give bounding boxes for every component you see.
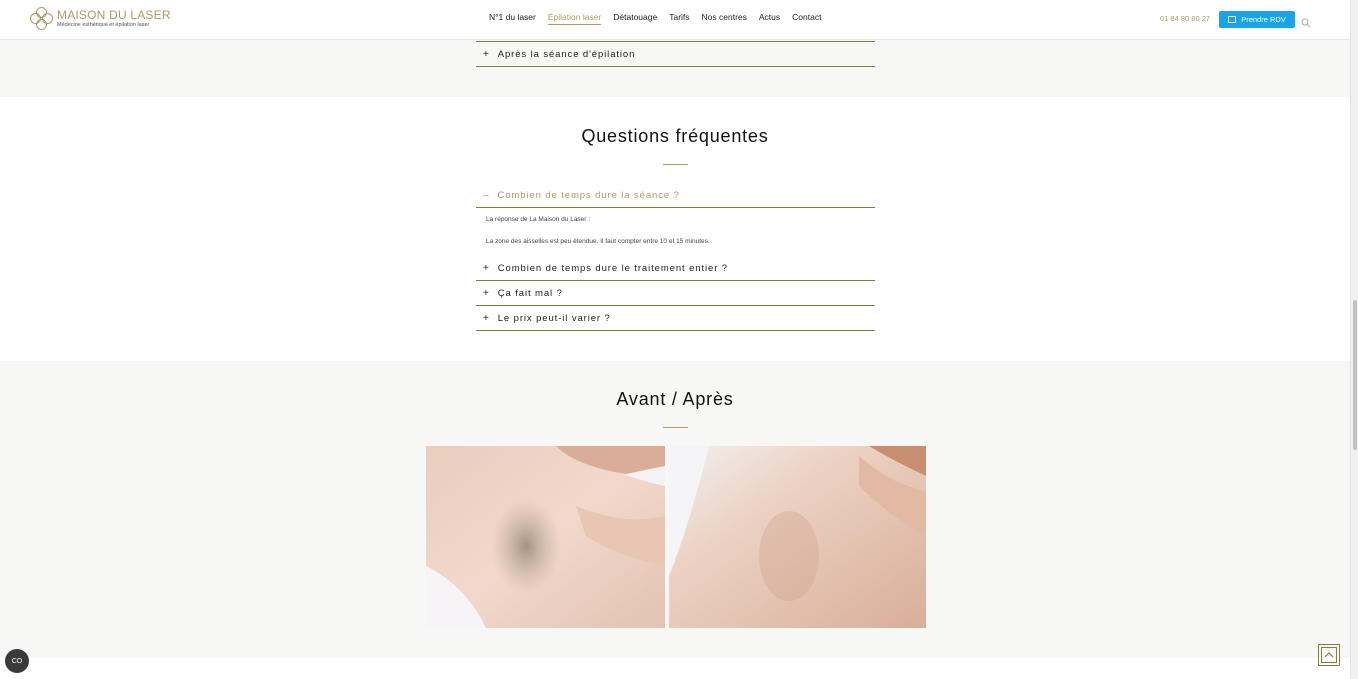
- plus-icon: +: [483, 287, 490, 299]
- page-scrollbar[interactable]: [1350, 0, 1358, 679]
- plus-icon: +: [483, 262, 490, 274]
- faq-item-douleur[interactable]: + Ça fait mal ?: [476, 281, 875, 306]
- nav-item-epilation-laser[interactable]: Épilation laser: [547, 12, 602, 25]
- faq-answer-intro: La réponse de La Maison du Laser :: [486, 216, 591, 223]
- cookie-icon[interactable]: CO: [5, 649, 29, 673]
- next-section: [0, 658, 1350, 679]
- nav-item-detatouage[interactable]: Détatouage: [613, 12, 657, 25]
- faq-question: Ça fait mal ?: [497, 287, 563, 299]
- faq-title: Questions fréquentes: [581, 126, 769, 146]
- faq-question: Le prix peut-il varier ?: [497, 312, 611, 324]
- logo-title: MAISON DU LASER: [57, 8, 171, 23]
- nav-item-contact[interactable]: Contact: [792, 12, 821, 25]
- main-nav: N°1 du laser Épilation laser Détatouage …: [489, 12, 833, 25]
- before-image: [426, 446, 665, 628]
- minus-icon: –: [483, 189, 490, 201]
- nav-item-tarifs[interactable]: Tarifs: [669, 12, 689, 25]
- after-image: [669, 446, 926, 628]
- search-icon[interactable]: [1301, 13, 1311, 32]
- scrollbar-thumb[interactable]: [1353, 300, 1357, 450]
- faq-item-duree-traitement[interactable]: + Combien de temps dure le traitement en…: [476, 256, 875, 281]
- prendre-rdv-label: Prendre RDV: [1241, 15, 1286, 24]
- logo-subtitle: Médecine esthétique et épilation laser: [57, 22, 150, 29]
- nav-item-n1-laser[interactable]: N°1 du laser: [489, 12, 536, 25]
- site-header: MAISON DU LASER Médecine esthétique et é…: [0, 0, 1350, 40]
- faq-item-prix[interactable]: + Le prix peut-il varier ?: [476, 306, 875, 331]
- faq-answer-text: La zone des aisselles est peu étendue. I…: [486, 238, 710, 245]
- faq-question: Combien de temps dure la séance ?: [497, 189, 680, 201]
- before-after-title: Avant / Après: [616, 389, 734, 409]
- title-separator: [663, 164, 688, 165]
- faq-question: Combien de temps dure le traitement enti…: [497, 262, 728, 274]
- back-to-top-button[interactable]: [1318, 644, 1340, 666]
- plus-icon: +: [483, 312, 490, 324]
- site-logo[interactable]: MAISON DU LASER Médecine esthétique et é…: [30, 7, 171, 31]
- nav-item-nos-centres[interactable]: Nos centres: [702, 12, 747, 25]
- title-separator: [663, 427, 688, 428]
- prendre-rdv-button[interactable]: Prendre RDV: [1219, 11, 1295, 28]
- calendar-icon: [1228, 16, 1237, 23]
- faq-item-duree-seance[interactable]: – Combien de temps dure la séance ?: [476, 183, 875, 208]
- logo-icon: [30, 7, 54, 31]
- accordion-item-apres-seance[interactable]: + Après la séance d'épilation: [476, 42, 875, 67]
- accordion-item-label: Après la séance d'épilation: [497, 48, 636, 60]
- chevron-up-icon: [1321, 647, 1337, 663]
- plus-icon: +: [483, 48, 490, 60]
- nav-item-actus[interactable]: Actus: [759, 12, 780, 25]
- phone-link[interactable]: 01 84 80 80 27: [1160, 14, 1210, 23]
